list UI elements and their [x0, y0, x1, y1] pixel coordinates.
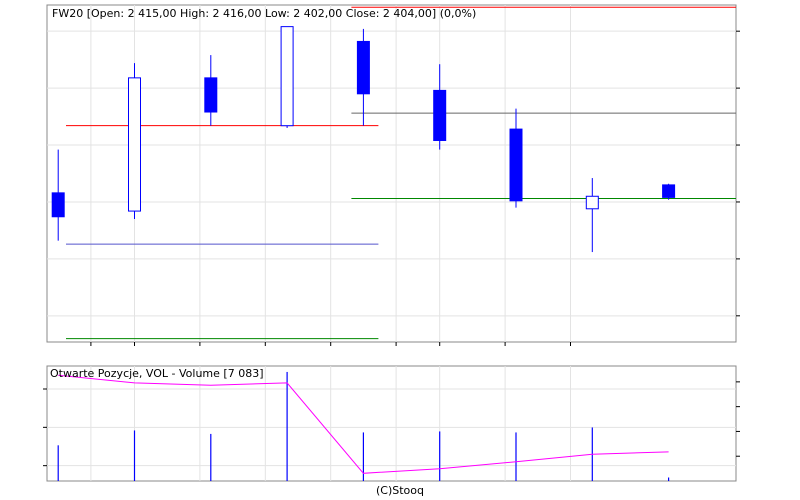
- volume-panel: Otwarte Pozycje, VOL - Volume [7 083]: [43, 365, 740, 482]
- candle-body: [51, 192, 65, 218]
- price-panel-title: FW20 [Open: 2 415,00 High: 2 416,00 Low:…: [52, 7, 476, 20]
- stock-chart: FW20 [Open: 2 415,00 High: 2 416,00 Low:…: [43, 4, 740, 482]
- footer-credit: (C)Stooq: [375, 484, 424, 497]
- volume-left-axis: [43, 388, 47, 467]
- candle-body: [509, 128, 523, 202]
- candle-body: [662, 184, 676, 198]
- candle-body: [433, 89, 447, 141]
- volume-right-axis: [736, 381, 740, 457]
- price-panel: FW20 [Open: 2 415,00 High: 2 416,00 Low:…: [46, 4, 740, 343]
- price-panel-frame: [46, 4, 737, 343]
- x-axis: [90, 342, 571, 346]
- volume-panel-title: Otwarte Pozycje, VOL - Volume [7 083]: [50, 367, 264, 380]
- candle-body: [356, 40, 370, 95]
- candle-body: [204, 77, 218, 113]
- candle-body: [280, 26, 294, 127]
- candle-body: [128, 77, 141, 212]
- candle-body: [585, 195, 599, 210]
